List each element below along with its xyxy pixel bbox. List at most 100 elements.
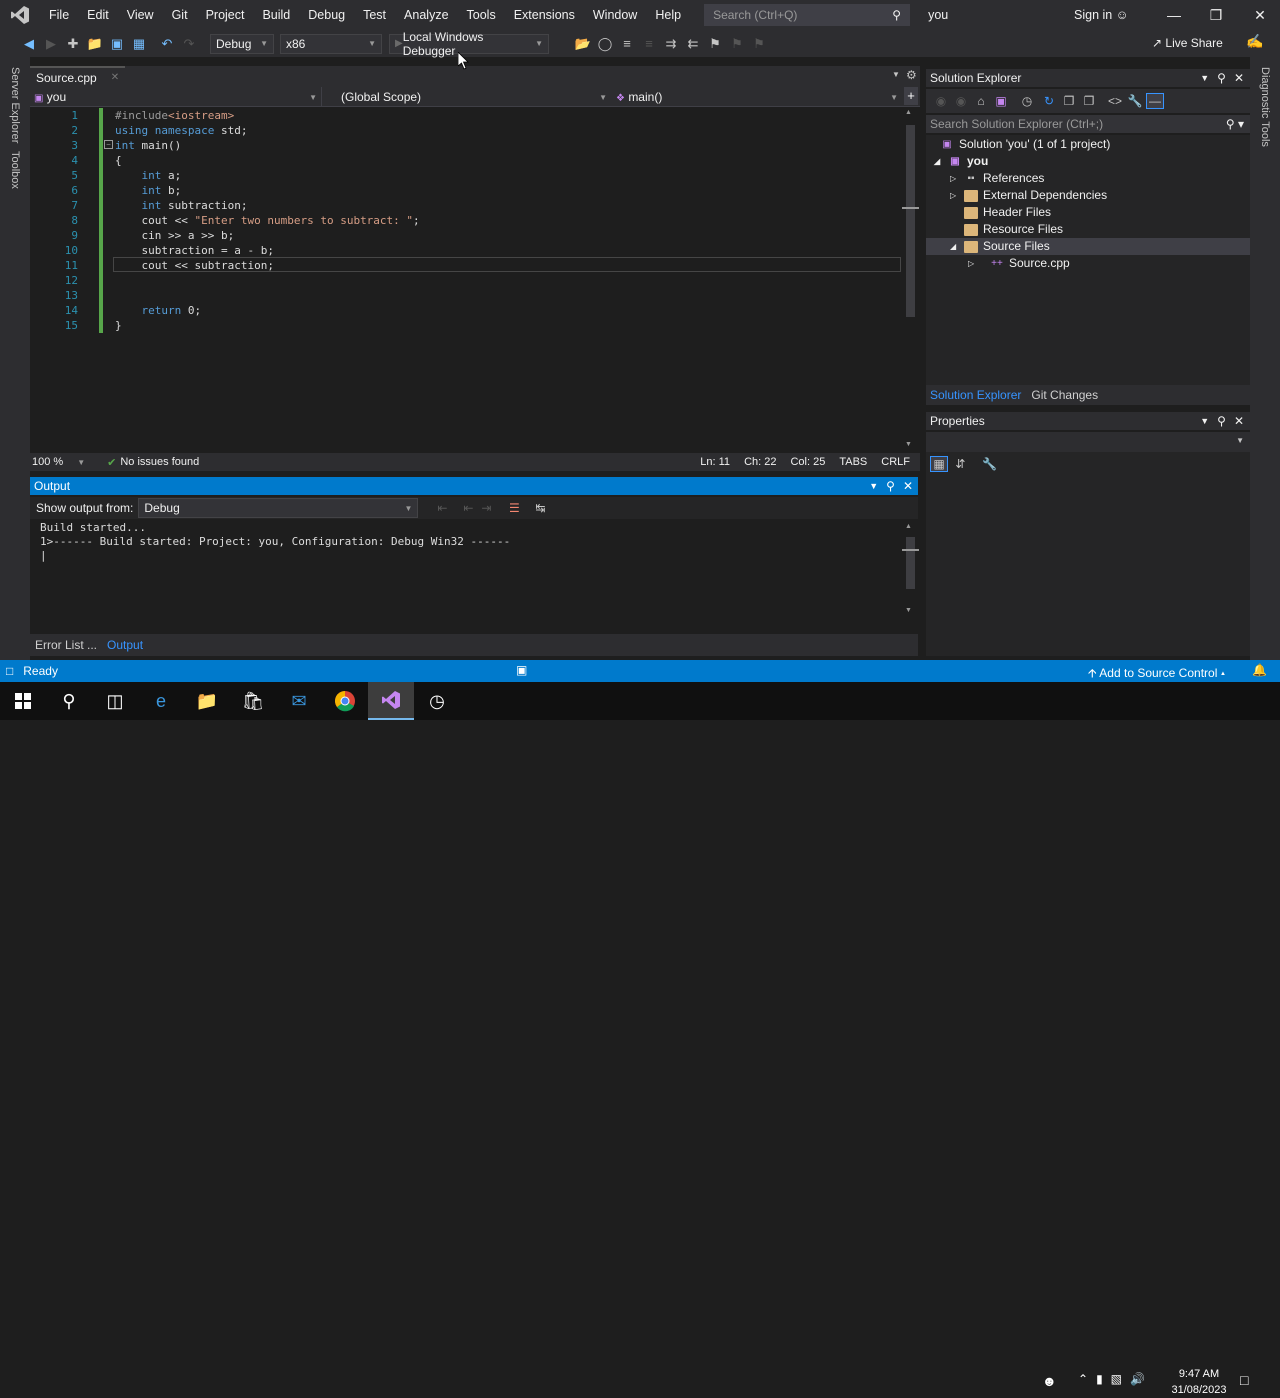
visual-studio-taskbar-icon[interactable] [368,682,414,720]
open-file-icon[interactable]: 📂 [572,33,594,55]
collapse-all-icon[interactable]: ❐ [1060,94,1078,108]
scroll-up-icon[interactable]: ▲ [905,523,912,530]
output-source-select[interactable]: Debug ▼ [138,498,419,518]
menu-window[interactable]: Window [584,0,646,30]
pin-icon[interactable]: ⚲ [1217,71,1226,85]
issues-status[interactable]: No issues found [120,456,199,468]
windows-start-icon[interactable] [0,682,46,720]
search-input[interactable]: Search (Ctrl+Q) ⚲ [704,4,911,26]
back-icon[interactable]: ◉ [932,94,950,108]
chrome-icon[interactable] [322,682,368,720]
menu-project[interactable]: Project [197,0,254,30]
output-scrollbar[interactable]: ▲ ▼ [902,519,919,621]
switch-views-icon[interactable]: ▣ [992,94,1010,108]
scope-select[interactable]: (Global Scope) ▼ [337,87,611,107]
bookmark-next-icon[interactable]: ⚑ [748,33,770,55]
code-editor[interactable]: 1 #include<iostream> 2 using namespace std;… [30,107,902,453]
view-code-icon[interactable]: <> [1106,94,1124,108]
forward-icon[interactable]: ◉ [952,94,970,108]
scroll-up-icon[interactable]: ▲ [905,109,912,116]
close-icon[interactable]: ✕ [1234,71,1244,85]
code-line[interactable]: 7 int subtraction; [30,198,902,213]
code-line[interactable]: 1 #include<iostream> [30,108,902,123]
tab-source-cpp[interactable]: Source.cpp ✕ [30,66,126,87]
mail-icon[interactable]: ✉ [276,682,322,720]
tree-item-solution[interactable]: ▣ Solution 'you' (1 of 1 project) [940,136,1110,153]
screen-recorder-icon[interactable]: ◷ [414,682,460,720]
tree-item-external-dependencies[interactable]: ▷ External Dependencies [950,187,1107,204]
previous-message-icon[interactable]: ⇤ [459,501,477,515]
code-line[interactable]: 3 int main() [30,138,902,153]
menu-analyze[interactable]: Analyze [395,0,457,30]
menu-build[interactable]: Build [253,0,299,30]
navigate-forward-icon[interactable]: ▶ [40,33,62,55]
tab-dropdown-icon[interactable]: ▼ [892,70,900,79]
editor-scrollbar[interactable]: ▲ ▼ [902,107,919,453]
menu-extensions[interactable]: Extensions [505,0,584,30]
menu-help[interactable]: Help [646,0,690,30]
scroll-down-icon[interactable]: ▼ [905,441,912,448]
word-wrap-icon[interactable]: ↹ [531,501,549,515]
gear-icon[interactable]: ⚙ [906,68,917,82]
next-message-icon[interactable]: ⇥ [477,501,495,515]
code-line[interactable]: 9 cin >> a >> b; [30,228,902,243]
code-line[interactable]: 14 return 0; [30,303,902,318]
new-project-icon[interactable]: ✚ [62,33,84,55]
collapse-icon[interactable]: − [104,140,113,149]
properties-object-select[interactable]: ▼ [926,432,1250,452]
zoom-level[interactable]: 100 % [32,456,63,468]
menu-tools[interactable]: Tools [458,0,505,30]
code-line[interactable]: 13 [30,288,902,303]
menu-debug[interactable]: Debug [299,0,354,30]
split-add-icon[interactable]: + [904,87,918,105]
menu-git[interactable]: Git [163,0,197,30]
dropdown-icon[interactable]: ▼ [869,481,878,491]
solution-explorer-search-input[interactable]: Search Solution Explorer (Ctrl+;) ⚲ ▾ [926,115,1250,133]
minimize-button[interactable]: — [1154,0,1194,30]
edge-browser-icon[interactable]: e [138,682,184,720]
action-center-icon[interactable]: □ [1240,1372,1248,1388]
pending-changes-icon[interactable]: ◷ [1018,94,1036,108]
code-line[interactable]: 15} [30,318,902,333]
server-explorer-tab[interactable]: Server Explorer [9,67,21,143]
scroll-thumb[interactable] [906,125,915,317]
code-line[interactable]: 10 subtraction = a - b; [30,243,902,258]
tab-git-changes[interactable]: Git Changes [1031,388,1098,402]
bookmark-icon[interactable]: ⚑ [704,33,726,55]
chevron-down-icon[interactable]: ▼ [77,458,85,467]
notifications-bell-icon[interactable]: 🔔 [1252,663,1267,677]
show-all-files-icon[interactable]: ❐ [1080,94,1098,108]
redo-icon[interactable]: ↷ [178,33,200,55]
sign-in-button[interactable]: Sign in ☺ [1074,0,1128,30]
taskbar-search-icon[interactable]: ⚲ [46,682,92,720]
maximize-button[interactable]: ❐ [1196,0,1236,30]
solution-platform-select[interactable]: x86 ▼ [280,33,382,54]
battery-icon[interactable]: ▮ [1096,1372,1103,1386]
member-select[interactable]: ❖ main() ▼ [612,87,902,107]
diagnostic-tools-tab[interactable]: Diagnostic Tools [1259,67,1271,147]
code-line[interactable]: 6 int b; [30,183,902,198]
preview-selected-icon[interactable]: — [1146,93,1164,109]
tree-item-references[interactable]: ▷ ▪▪ References [950,170,1044,187]
save-all-icon[interactable]: ▦ [128,33,150,55]
pin-icon[interactable]: ⚲ [1217,414,1226,428]
alphabetical-icon[interactable]: ⇵ [951,457,969,471]
scroll-thumb[interactable] [906,537,915,589]
menu-file[interactable]: File [40,0,78,30]
tree-item-header-files[interactable]: Header Files [964,204,1051,221]
properties-wrench-icon[interactable]: 🔧 [1126,94,1144,108]
solution-configuration-select[interactable]: Debug ▼ [210,33,274,54]
start-debugging-button[interactable]: ▶ Local Windows Debugger ▼ [389,30,549,58]
property-pages-icon[interactable]: 🔧 [981,457,999,471]
code-line[interactable]: 8 cout << "Enter two numbers to subtract… [30,213,902,228]
dropdown-icon[interactable]: ▼ [1200,416,1209,426]
menu-view[interactable]: View [118,0,163,30]
menu-test[interactable]: Test [354,0,395,30]
tree-item-project[interactable]: ◢ ▣ you [934,153,988,170]
find-message-icon[interactable]: ⇤ [433,501,451,515]
task-view-icon[interactable]: ◫ [92,682,138,720]
close-icon[interactable]: ✕ [111,72,119,83]
dropdown-icon[interactable]: ▼ [1200,73,1209,83]
bookmark-prev-icon[interactable]: ⚑ [726,33,748,55]
outdent-icon[interactable]: ⇇ [682,33,704,55]
